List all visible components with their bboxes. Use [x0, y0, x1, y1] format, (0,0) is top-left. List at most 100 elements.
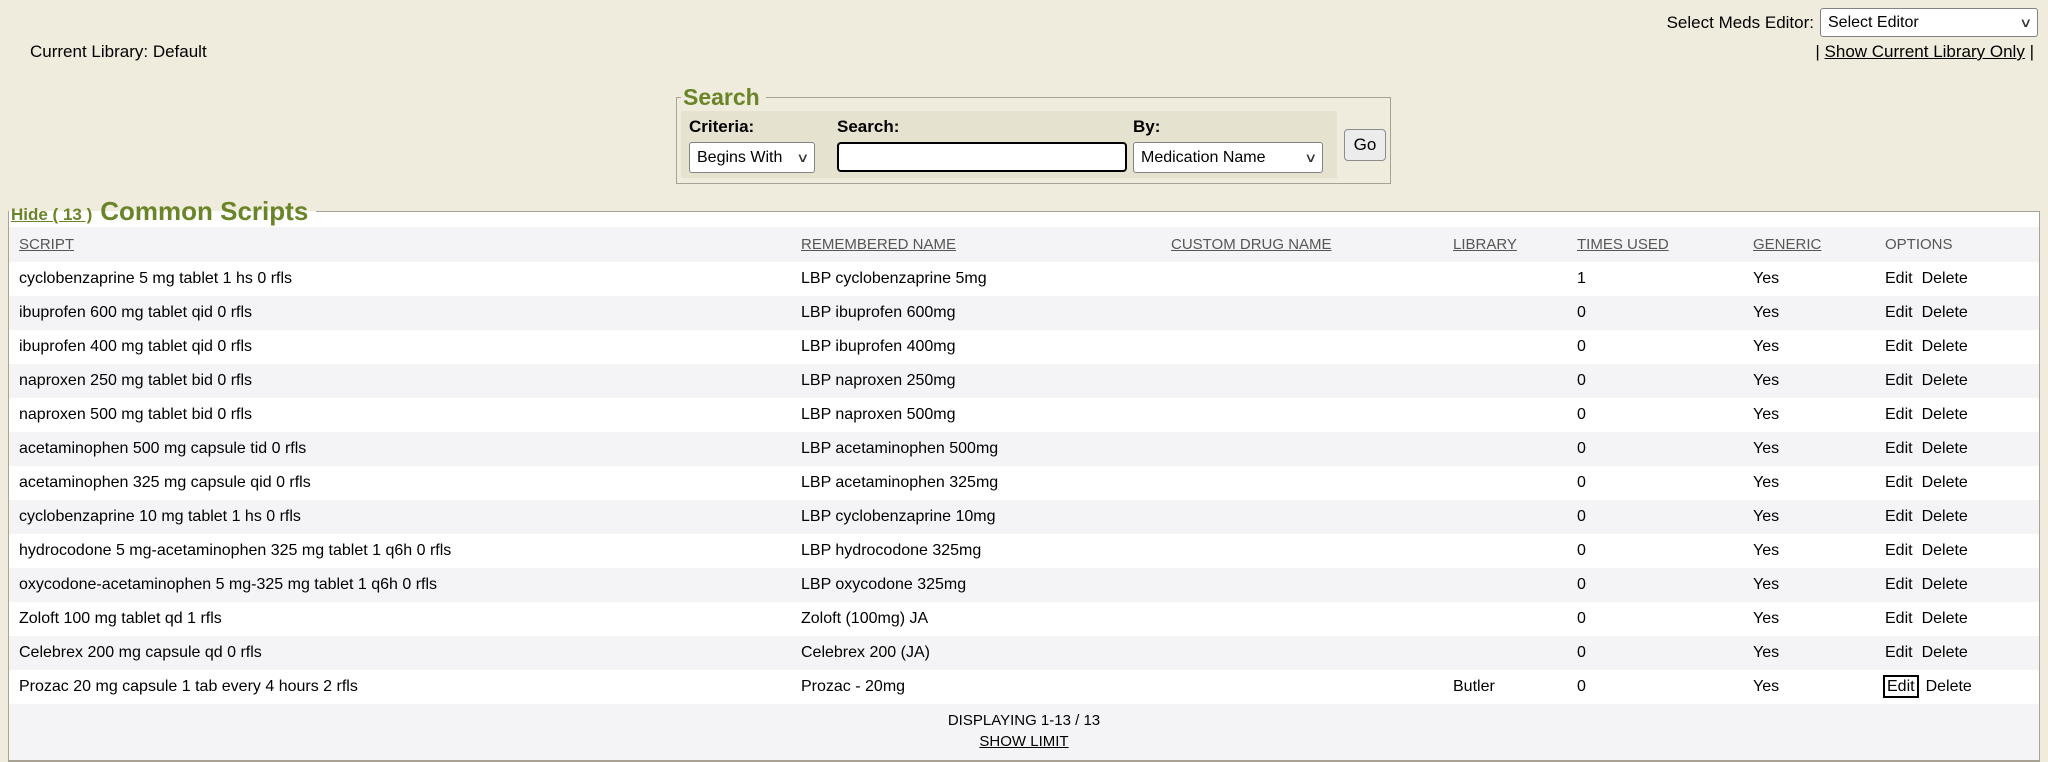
generic-cell: Yes	[1743, 568, 1875, 602]
column-header-times-used-link[interactable]: TIMES USED	[1577, 236, 1669, 253]
delete-link[interactable]: Delete	[1922, 542, 1968, 559]
remembered-name-cell: Zoloft (100mg) JA	[791, 602, 1161, 636]
column-header-options-label: OPTIONS	[1885, 236, 1953, 253]
generic-cell: Yes	[1743, 534, 1875, 568]
custom-drug-name-cell	[1161, 534, 1443, 568]
custom-drug-name-cell	[1161, 330, 1443, 364]
edit-link[interactable]: Edit	[1885, 270, 1913, 287]
times-used-cell: 0	[1567, 398, 1743, 432]
options-cell: Edit Delete	[1875, 636, 2039, 670]
common-scripts-legend: Hide ( 13 )Common Scripts	[9, 196, 316, 227]
column-header-script: SCRIPT	[9, 227, 791, 262]
options-cell: Edit Delete	[1875, 364, 2039, 398]
script-cell: ibuprofen 600 mg tablet qid 0 rfls	[9, 296, 791, 330]
delete-link[interactable]: Delete	[1922, 304, 1968, 321]
remembered-name-cell: LBP oxycodone 325mg	[791, 568, 1161, 602]
options-cell: Edit Delete	[1875, 568, 2039, 602]
options-cell: Edit Delete	[1875, 500, 2039, 534]
script-cell: Prozac 20 mg capsule 1 tab every 4 hours…	[9, 670, 791, 704]
go-button[interactable]: Go	[1344, 129, 1386, 161]
table-row: ibuprofen 400 mg tablet qid 0 rflsLBP ib…	[9, 330, 2039, 364]
table-row: oxycodone-acetaminophen 5 mg-325 mg tabl…	[9, 568, 2039, 602]
options-cell: Edit Delete	[1875, 466, 2039, 500]
generic-cell: Yes	[1743, 602, 1875, 636]
custom-drug-name-cell	[1161, 602, 1443, 636]
chevron-down-icon: ∨	[797, 150, 810, 166]
by-cell: Medication Name ∨	[1133, 142, 1329, 173]
search-input[interactable]	[837, 142, 1127, 172]
edit-link[interactable]: Edit	[1885, 440, 1913, 457]
delete-link[interactable]: Delete	[1922, 644, 1968, 661]
edit-link[interactable]: Edit	[1885, 508, 1913, 525]
custom-drug-name-cell	[1161, 568, 1443, 602]
column-header-custom-drug-name: CUSTOM DRUG NAME	[1161, 227, 1443, 262]
edit-link[interactable]: Edit	[1885, 406, 1913, 423]
custom-drug-name-cell	[1161, 636, 1443, 670]
table-row: ibuprofen 600 mg tablet qid 0 rflsLBP ib…	[9, 296, 2039, 330]
custom-drug-name-cell	[1161, 500, 1443, 534]
generic-cell: Yes	[1743, 500, 1875, 534]
library-cell: Butler	[1443, 670, 1567, 704]
delete-link[interactable]: Delete	[1922, 372, 1968, 389]
library-cell	[1443, 364, 1567, 398]
edit-link[interactable]: Edit	[1885, 304, 1913, 321]
custom-drug-name-cell	[1161, 670, 1443, 704]
options-cell: Edit Delete	[1875, 602, 2039, 636]
edit-link[interactable]: Edit	[1885, 372, 1913, 389]
times-used-cell: 0	[1567, 636, 1743, 670]
delete-link[interactable]: Delete	[1922, 440, 1968, 457]
column-header-custom-drug-name-link[interactable]: CUSTOM DRUG NAME	[1171, 236, 1332, 253]
hide-link[interactable]: Hide ( 13 )	[11, 205, 92, 224]
generic-cell: Yes	[1743, 466, 1875, 500]
by-selected-value: Medication Name	[1141, 149, 1298, 167]
library-cell	[1443, 296, 1567, 330]
edit-link[interactable]: Edit	[1885, 338, 1913, 355]
delete-link[interactable]: Delete	[1922, 576, 1968, 593]
by-select[interactable]: Medication Name ∨	[1133, 142, 1323, 173]
library-cell	[1443, 568, 1567, 602]
edit-link[interactable]: Edit	[1885, 542, 1913, 559]
times-used-cell: 0	[1567, 296, 1743, 330]
library-cell	[1443, 636, 1567, 670]
meds-editor-selected-value: Select Editor	[1828, 14, 2013, 32]
show-current-library-link[interactable]: Show Current Library Only	[1825, 42, 2025, 61]
remembered-name-cell: LBP acetaminophen 325mg	[791, 466, 1161, 500]
remembered-name-cell: LBP hydrocodone 325mg	[791, 534, 1161, 568]
show-current-library-row: | Show Current Library Only |	[1815, 42, 2034, 62]
edit-link[interactable]: Edit	[1885, 644, 1913, 661]
displaying-text: DISPLAYING 1-13 / 13	[9, 709, 2039, 733]
criteria-label: Criteria:	[689, 114, 837, 142]
generic-cell: Yes	[1743, 364, 1875, 398]
delete-link[interactable]: Delete	[1922, 474, 1968, 491]
table-header-row: SCRIPT REMEMBERED NAME CUSTOM DRUG NAME LIB…	[9, 227, 2039, 262]
times-used-cell: 0	[1567, 670, 1743, 704]
column-header-generic: GENERIC	[1743, 227, 1875, 262]
delete-link[interactable]: Delete	[1922, 508, 1968, 525]
search-label: Search:	[837, 114, 1133, 142]
script-cell: Zoloft 100 mg tablet qd 1 rfls	[9, 602, 791, 636]
library-cell	[1443, 602, 1567, 636]
delete-link[interactable]: Delete	[1922, 338, 1968, 355]
edit-link[interactable]: Edit	[1885, 576, 1913, 593]
column-header-remembered-name: REMEMBERED NAME	[791, 227, 1161, 262]
criteria-selected-value: Begins With	[697, 149, 790, 167]
options-cell: Edit Delete	[1875, 432, 2039, 466]
edit-link[interactable]: Edit	[1885, 677, 1917, 696]
delete-link[interactable]: Delete	[1926, 678, 1972, 695]
column-header-script-link[interactable]: SCRIPT	[19, 236, 74, 253]
column-header-library-link[interactable]: LIBRARY	[1453, 236, 1517, 253]
delete-link[interactable]: Delete	[1922, 406, 1968, 423]
criteria-cell: Begins With ∨	[689, 142, 837, 173]
column-header-remembered-name-link[interactable]: REMEMBERED NAME	[801, 236, 956, 253]
edit-link[interactable]: Edit	[1885, 474, 1913, 491]
column-header-generic-link[interactable]: GENERIC	[1753, 236, 1821, 253]
criteria-select[interactable]: Begins With ∨	[689, 142, 815, 173]
search-cell	[837, 142, 1133, 173]
edit-link[interactable]: Edit	[1885, 610, 1913, 627]
delete-link[interactable]: Delete	[1922, 610, 1968, 627]
delete-link[interactable]: Delete	[1922, 270, 1968, 287]
by-label: By:	[1133, 114, 1329, 142]
search-fieldset: Search Criteria: Search: By: Begins With…	[676, 84, 1391, 184]
meds-editor-select[interactable]: Select Editor ∨	[1820, 8, 2038, 37]
options-cell: Edit Delete	[1875, 262, 2039, 296]
